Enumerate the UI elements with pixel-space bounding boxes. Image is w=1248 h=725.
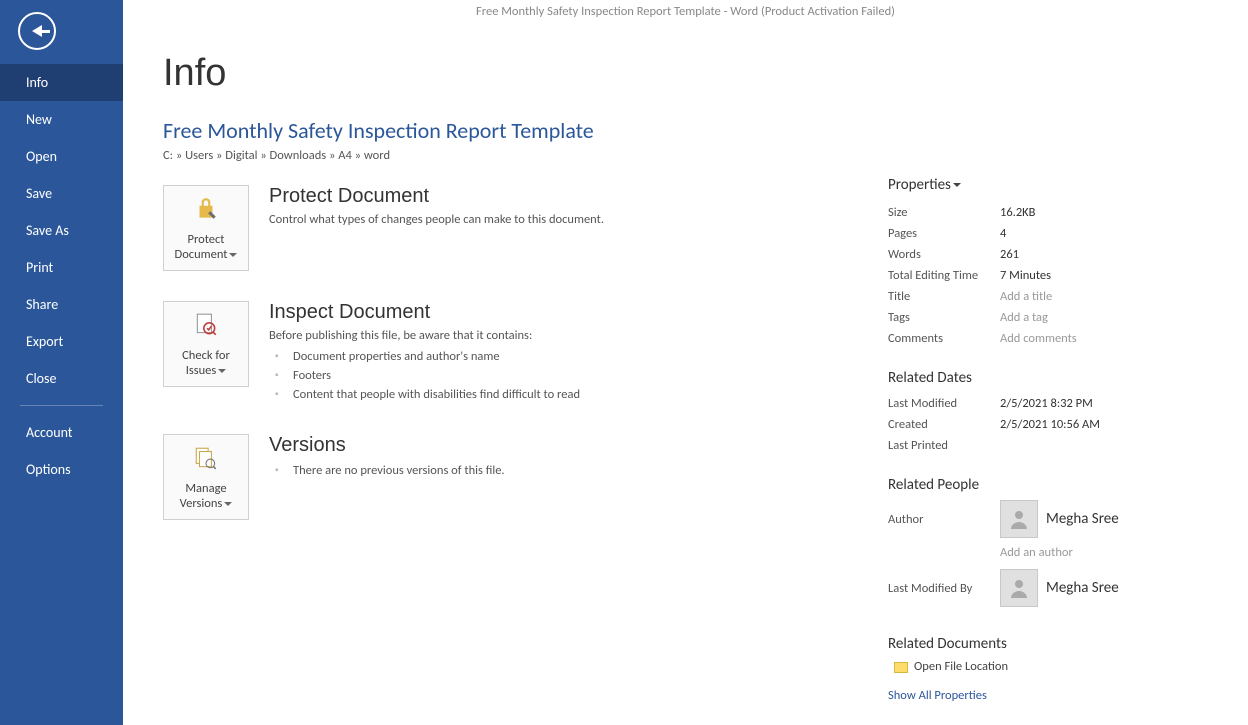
- nav-export[interactable]: Export: [0, 323, 123, 360]
- backstage-sidebar: Info New Open Save Save As Print Share E…: [0, 0, 123, 725]
- related-people-heading: Related People: [888, 476, 1208, 494]
- nav-save[interactable]: Save: [0, 175, 123, 212]
- inspect-icon: [193, 302, 219, 348]
- versions-btn-label-1: Manage: [185, 481, 226, 496]
- versions-btn-label-2: Versions: [180, 496, 223, 511]
- date-value-modified: 2/5/2021 8:32 PM: [1000, 396, 1093, 411]
- prop-label-pages: Pages: [888, 226, 1000, 241]
- nav-divider: [20, 405, 103, 406]
- inspect-item: Footers: [269, 366, 580, 385]
- protect-btn-label-1: Protect: [188, 232, 225, 247]
- nav-close[interactable]: Close: [0, 360, 123, 397]
- prop-value-tags[interactable]: Add a tag: [1000, 310, 1048, 325]
- properties-heading[interactable]: Properties: [888, 176, 1208, 194]
- inspect-item: Document properties and author's name: [269, 347, 580, 366]
- date-label-created: Created: [888, 417, 1000, 432]
- nav-new[interactable]: New: [0, 101, 123, 138]
- page-title: Info: [163, 52, 888, 95]
- inspect-heading: Inspect Document: [269, 301, 580, 324]
- author-label: Author: [888, 512, 1000, 527]
- inspect-text: Before publishing this file, be aware th…: [269, 328, 580, 343]
- avatar: [1000, 569, 1038, 607]
- nav-save-as[interactable]: Save As: [0, 212, 123, 249]
- show-all-properties[interactable]: Show All Properties: [888, 688, 1208, 703]
- protect-text: Control what types of changes people can…: [269, 212, 604, 227]
- related-documents-heading: Related Documents: [888, 635, 1208, 653]
- inspect-item: Content that people with disabilities fi…: [269, 385, 580, 404]
- window-title: Free Monthly Safety Inspection Report Te…: [123, 0, 1248, 28]
- nav-share[interactable]: Share: [0, 286, 123, 323]
- protect-heading: Protect Document: [269, 185, 604, 208]
- nav-open[interactable]: Open: [0, 138, 123, 175]
- prop-label-comments: Comments: [888, 331, 1000, 346]
- add-author[interactable]: Add an author: [1000, 545, 1073, 560]
- modified-by-label: Last Modified By: [888, 581, 1000, 596]
- chevron-down-icon: [224, 502, 232, 506]
- back-arrow-icon: [32, 25, 42, 37]
- date-value-created: 2/5/2021 10:56 AM: [1000, 417, 1100, 432]
- nav-options[interactable]: Options: [0, 451, 123, 488]
- versions-heading: Versions: [269, 434, 505, 457]
- protect-document-button[interactable]: ProtectDocument: [163, 185, 249, 271]
- nav-account[interactable]: Account: [0, 414, 123, 451]
- versions-icon: [193, 435, 219, 481]
- prop-label-size: Size: [888, 205, 1000, 220]
- prop-value-comments[interactable]: Add comments: [1000, 331, 1077, 346]
- main-content: Info Free Monthly Safety Inspection Repo…: [123, 0, 1248, 725]
- check-issues-button[interactable]: Check forIssues: [163, 301, 249, 387]
- author-name[interactable]: Megha Sree: [1046, 510, 1119, 528]
- nav-info[interactable]: Info: [0, 64, 123, 101]
- avatar: [1000, 500, 1038, 538]
- prop-value-size: 16.2KB: [1000, 205, 1035, 220]
- document-title: Free Monthly Safety Inspection Report Te…: [163, 117, 888, 144]
- prop-label-tags: Tags: [888, 310, 1000, 325]
- versions-text: There are no previous versions of this f…: [269, 461, 505, 480]
- prop-value-title[interactable]: Add a title: [1000, 289, 1052, 304]
- open-file-location[interactable]: Open File Location: [894, 659, 1208, 674]
- manage-versions-button[interactable]: ManageVersions: [163, 434, 249, 520]
- inspect-btn-label-1: Check for: [182, 348, 230, 363]
- prop-value-pages: 4: [1000, 226, 1006, 241]
- date-label-printed: Last Printed: [888, 438, 1000, 453]
- chevron-down-icon: [218, 369, 226, 373]
- open-file-location-label: Open File Location: [914, 659, 1008, 674]
- breadcrumb: C: » Users » Digital » Downloads » A4 » …: [163, 148, 888, 163]
- date-label-modified: Last Modified: [888, 396, 1000, 411]
- prop-label-editing-time: Total Editing Time: [888, 268, 1000, 283]
- prop-label-title: Title: [888, 289, 1000, 304]
- inspect-btn-label-2: Issues: [186, 363, 217, 378]
- nav-print[interactable]: Print: [0, 249, 123, 286]
- modified-by-name[interactable]: Megha Sree: [1046, 579, 1119, 597]
- protect-btn-label-2: Document: [175, 247, 228, 262]
- prop-value-words: 261: [1000, 247, 1019, 262]
- prop-label-words: Words: [888, 247, 1000, 262]
- lock-icon: [193, 186, 219, 232]
- chevron-down-icon: [953, 183, 961, 187]
- related-dates-heading: Related Dates: [888, 369, 1208, 387]
- back-button[interactable]: [18, 12, 56, 50]
- chevron-down-icon: [229, 253, 237, 257]
- folder-icon: [894, 662, 908, 673]
- prop-value-editing-time: 7 Minutes: [1000, 268, 1051, 283]
